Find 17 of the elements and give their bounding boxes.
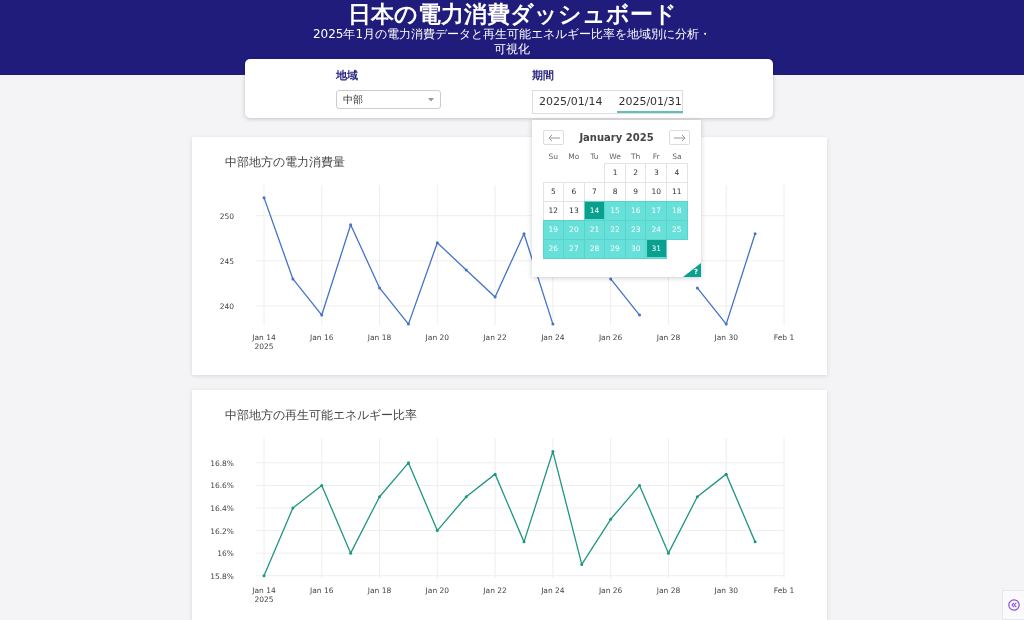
chart-title: 中部地方の電力消費量	[224, 154, 345, 171]
double-chevron-left-icon	[1007, 599, 1020, 611]
period-label: 期間	[532, 69, 555, 83]
arrow-right-icon	[673, 134, 686, 141]
previous-month-button[interactable]	[543, 130, 564, 145]
month-title: January 2025	[579, 132, 654, 143]
start-date-input[interactable]: 2025/01/14	[538, 91, 604, 113]
end-date-input[interactable]: 2025/01/31	[617, 91, 683, 113]
arrow-left-icon	[547, 134, 560, 141]
chart-title: 中部地方の再生可能エネルギー比率	[224, 407, 417, 424]
region-label: 地域	[336, 69, 359, 83]
dashboard-subtitle: 2025年1月の電力消費データと再生可能エネルギー比率を地域別に分析・可視化	[312, 27, 712, 57]
region-dropdown[interactable]: 中部	[336, 90, 441, 109]
dashboard-title: 日本の電力消費ダッシュボード	[347, 2, 677, 26]
caret-icon	[428, 97, 434, 102]
collapse-sidebar-button[interactable]	[1002, 590, 1024, 620]
next-month-button[interactable]	[669, 130, 690, 145]
